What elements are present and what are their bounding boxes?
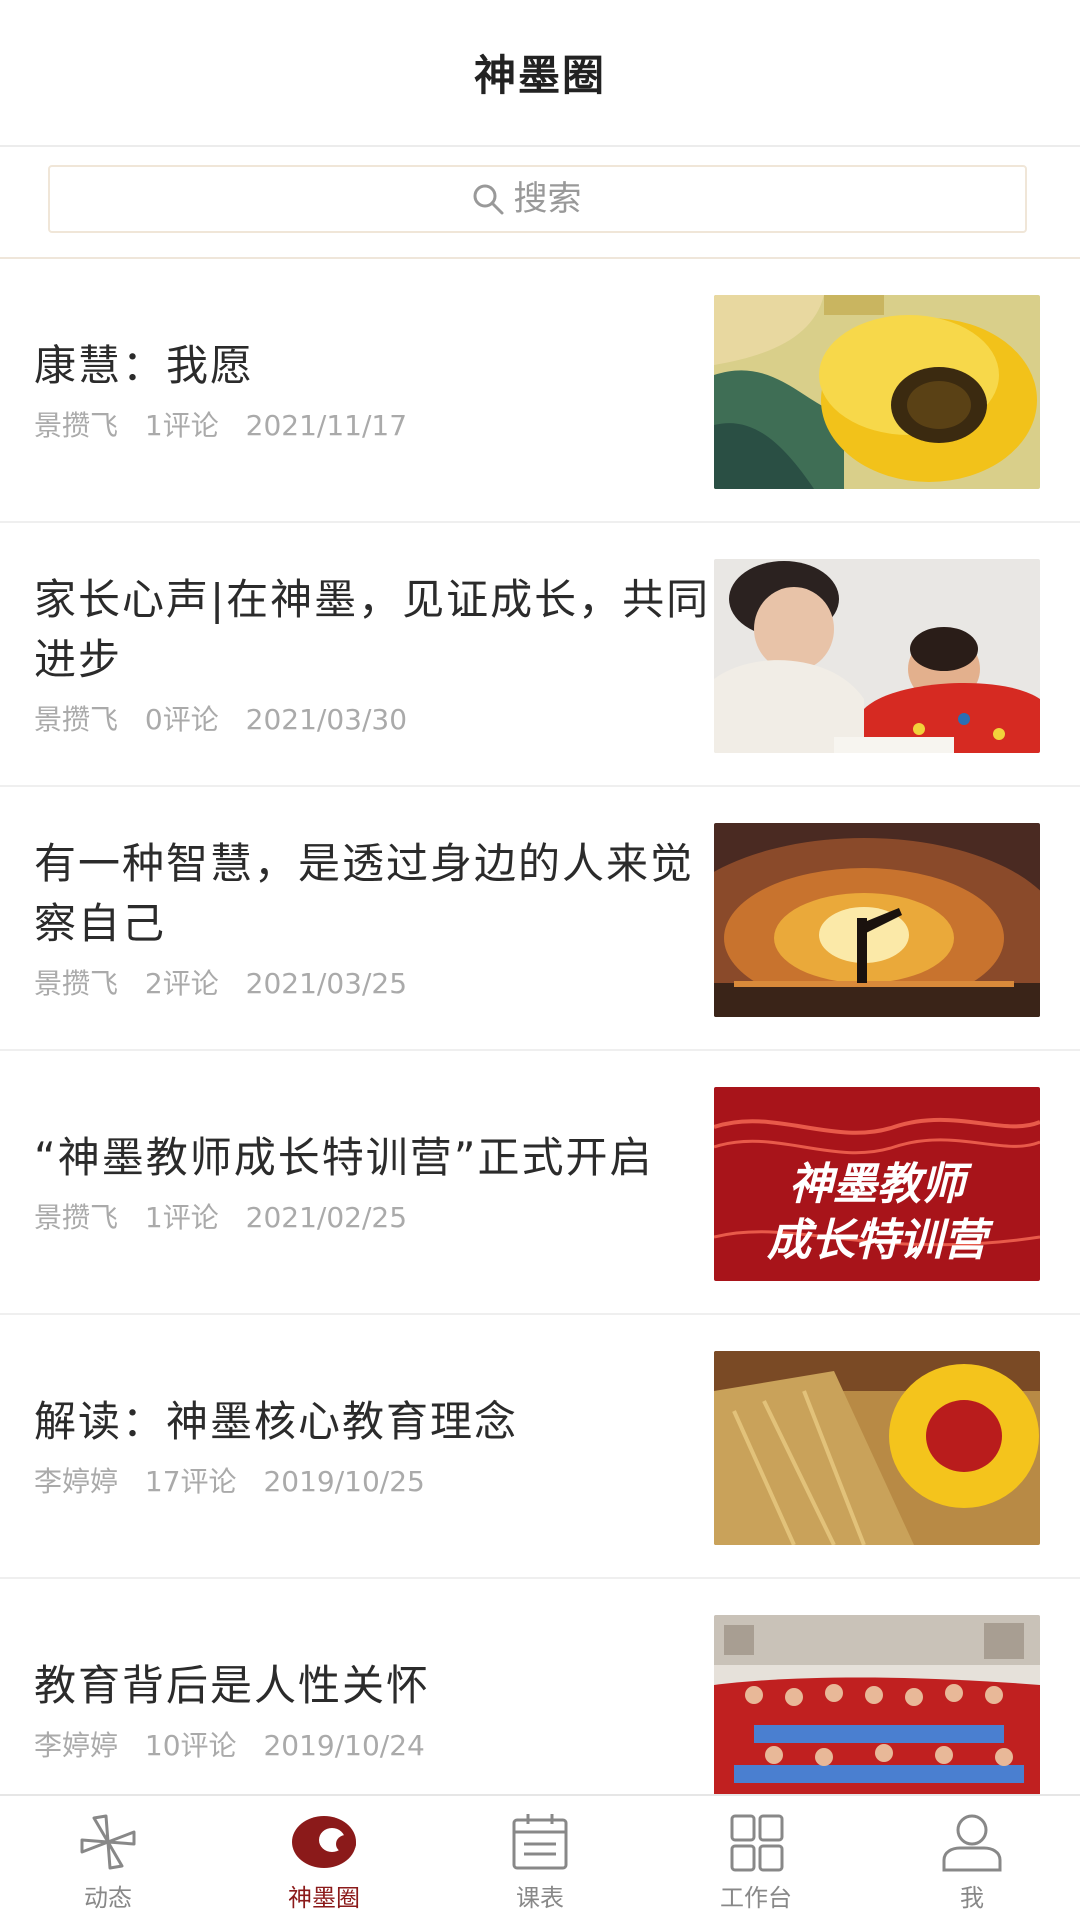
tab-me[interactable]: 我 [864, 1796, 1080, 1922]
list-item[interactable]: 有一种智慧，是透过身边的人来觉察自己 景攒飞 2评论 2021/03/25 [0, 787, 1080, 1051]
article-meta: 景攒飞 1评论 2021/11/17 [34, 404, 720, 444]
user-icon [942, 1814, 1002, 1872]
article-thumbnail [714, 823, 1040, 1017]
article-thumbnail [714, 1351, 1040, 1545]
article-author: 李婷婷 [34, 1465, 119, 1498]
thumbnail-text: 成长特训营 [767, 1215, 994, 1266]
article-author: 景攒飞 [34, 703, 119, 736]
search-input[interactable] [511, 178, 606, 220]
tab-label: 课表 [516, 1884, 564, 1912]
circle-icon [292, 1816, 356, 1868]
article-comments: 1评论 [144, 409, 219, 442]
article-comments: 1评论 [144, 1201, 219, 1234]
article-date: 2019/10/25 [263, 1465, 425, 1498]
tab-label: 动态 [84, 1884, 132, 1912]
article-meta: 李婷婷 10评论 2019/10/24 [34, 1724, 720, 1764]
article-meta: 景攒飞 0评论 2021/03/30 [34, 698, 720, 738]
article-author: 景攒飞 [34, 967, 119, 1000]
article-list: 康慧：我愿 景攒飞 1评论 2021/11/17 家长心声|在神墨，见证成长，共… [0, 259, 1080, 1843]
calendar-icon [512, 1814, 568, 1870]
article-author: 景攒飞 [34, 409, 119, 442]
article-meta: 李婷婷 17评论 2019/10/25 [34, 1460, 720, 1500]
tab-dynamics[interactable]: 动态 [0, 1796, 216, 1922]
thumbnail-text: 神墨教师 [789, 1159, 973, 1210]
tab-schedule[interactable]: 课表 [432, 1796, 648, 1922]
search-bar [0, 147, 1080, 259]
article-thumbnail [714, 559, 1040, 753]
article-author: 景攒飞 [34, 1201, 119, 1234]
article-comments: 17评论 [144, 1465, 237, 1498]
tab-label: 工作台 [720, 1884, 792, 1912]
page-title: 神墨圈 [473, 51, 606, 100]
article-comments: 0评论 [144, 703, 219, 736]
article-thumbnail: 神墨教师 成长特训营 [714, 1087, 1040, 1281]
article-title: 有一种智慧，是透过身边的人来觉察自己 [34, 839, 695, 948]
tab-shenmo-circle[interactable]: 神墨圈 [216, 1796, 432, 1922]
article-meta: 景攒飞 2评论 2021/03/25 [34, 962, 720, 1002]
article-meta: 景攒飞 1评论 2021/02/25 [34, 1196, 720, 1236]
tab-label: 神墨圈 [288, 1884, 360, 1912]
article-title: 教育背后是人性关怀 [34, 1661, 431, 1710]
grid-icon [730, 1814, 784, 1872]
list-item[interactable]: 家长心声|在神墨，见证成长，共同进步 景攒飞 0评论 2021/03/30 [0, 523, 1080, 787]
article-date: 2019/10/24 [263, 1729, 425, 1762]
app-header: 神墨圈 [0, 0, 1080, 147]
article-comments: 2评论 [144, 967, 219, 1000]
article-title: 家长心声|在神墨，见证成长，共同进步 [34, 575, 711, 684]
article-date: 2021/03/30 [245, 703, 408, 736]
article-date: 2021/02/25 [245, 1201, 408, 1234]
article-thumbnail [714, 295, 1040, 489]
search-icon [473, 184, 503, 215]
article-title: 解读：神墨核心教育理念 [34, 1397, 519, 1446]
search-field[interactable] [48, 165, 1027, 233]
article-title: “神墨教师成长特训营”正式开启 [34, 1133, 654, 1182]
article-thumbnail [714, 1615, 1040, 1809]
pinwheel-icon [80, 1814, 136, 1870]
tab-label: 我 [960, 1884, 984, 1912]
list-item[interactable]: “神墨教师成长特训营”正式开启 景攒飞 1评论 2021/02/25 神墨教师 … [0, 1051, 1080, 1315]
article-title: 康慧：我愿 [34, 341, 255, 390]
bottom-tab-bar: 动态 神墨圈 课表 工作台 我 [0, 1794, 1080, 1922]
article-author: 李婷婷 [34, 1729, 119, 1762]
list-item[interactable]: 康慧：我愿 景攒飞 1评论 2021/11/17 [0, 259, 1080, 523]
article-comments: 10评论 [144, 1729, 237, 1762]
list-item[interactable]: 解读：神墨核心教育理念 李婷婷 17评论 2019/10/25 [0, 1315, 1080, 1579]
article-date: 2021/11/17 [245, 409, 408, 442]
tab-workbench[interactable]: 工作台 [648, 1796, 864, 1922]
article-date: 2021/03/25 [245, 967, 408, 1000]
